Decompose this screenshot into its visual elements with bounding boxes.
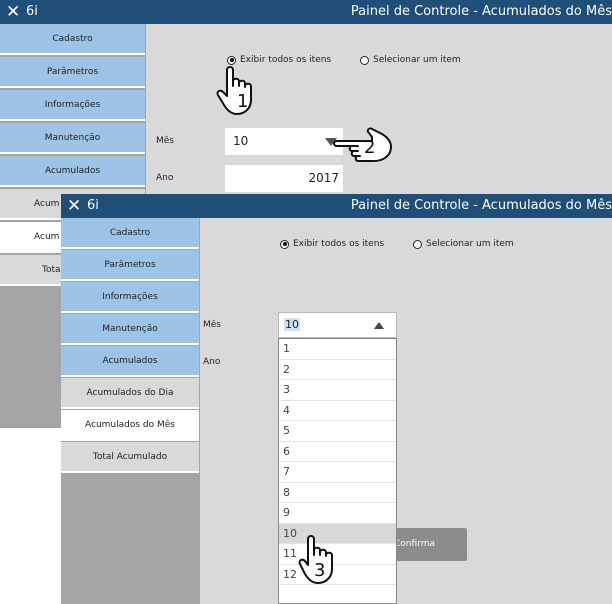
nav-acumulados-mes[interactable]: Acumulados do Mês xyxy=(61,410,199,441)
step-number: 2 xyxy=(364,137,376,158)
radio-selected-icon xyxy=(280,239,289,249)
month-value: 10 xyxy=(284,318,300,331)
nav-informacoes[interactable]: Informações xyxy=(61,282,199,313)
sidebar: Cadastro Parâmetros Informações Manutenç… xyxy=(61,218,200,604)
close-icon[interactable]: ✕ xyxy=(67,195,81,217)
month-select[interactable]: 10 xyxy=(225,128,343,155)
dropdown-option[interactable]: 8 xyxy=(279,483,396,503)
nav-label: Acum xyxy=(34,198,60,209)
month-label: Mês xyxy=(203,320,221,330)
radio-show-all[interactable]: Exibir todos os itens xyxy=(280,239,384,249)
close-icon[interactable]: ✕ xyxy=(6,1,20,23)
step-number: 3 xyxy=(314,560,326,581)
nav-parametros[interactable]: Parâmetros xyxy=(61,250,199,281)
nav-acumulados-dia[interactable]: Acumulados do Dia xyxy=(61,378,199,409)
year-label: Ano xyxy=(203,357,221,367)
radio-label: Selecionar um item xyxy=(373,55,461,65)
step-number: 1 xyxy=(237,91,249,112)
nav-informacoes[interactable]: Informações xyxy=(0,90,145,121)
nav-cadastro[interactable]: Cadastro xyxy=(0,24,145,55)
title-bar: ✕ 6i Painel de Controle - Acumulados do … xyxy=(0,0,612,24)
month-select[interactable]: 10 xyxy=(278,312,397,338)
radio-select-item[interactable]: Selecionar um item xyxy=(413,239,514,249)
nav-label: Acum xyxy=(34,231,60,242)
app-name: 6i xyxy=(87,198,99,213)
nav-acumulados[interactable]: Acumulados xyxy=(61,346,199,377)
chevron-up-icon xyxy=(374,322,384,329)
dropdown-option[interactable]: 2 xyxy=(279,360,396,380)
month-label: Mês xyxy=(156,136,174,146)
dropdown-option[interactable]: 3 xyxy=(279,380,396,401)
year-label: Ano xyxy=(156,173,174,183)
month-value: 10 xyxy=(233,134,249,148)
radio-label: Selecionar um item xyxy=(426,239,514,249)
year-value: 2017 xyxy=(308,171,339,185)
nav-label: Tota xyxy=(42,264,61,275)
dropdown-option[interactable]: 6 xyxy=(279,442,396,462)
content-area: Exibir todos os itens Selecionar um item… xyxy=(200,218,612,604)
dropdown-option[interactable]: 7 xyxy=(279,462,396,483)
dropdown-option[interactable]: 5 xyxy=(279,421,396,442)
app-name: 6i xyxy=(26,4,38,19)
dropdown-option[interactable]: 4 xyxy=(279,401,396,421)
confirm-label: Confirma xyxy=(394,539,435,549)
hand-pointer-icon: 2 xyxy=(332,125,394,169)
year-field[interactable]: 2017 xyxy=(225,165,343,192)
title-bar: ✕ 6i Painel de Controle - Acumulados do … xyxy=(61,194,612,218)
dropdown-option[interactable]: 9 xyxy=(279,503,396,524)
radio-unselected-icon xyxy=(360,55,369,65)
dropdown-option[interactable]: 1 xyxy=(279,339,396,360)
nav-manutencao[interactable]: Manutenção xyxy=(0,123,145,154)
window-title: Painel de Controle - Acumulados do Mês xyxy=(350,4,612,19)
radio-label: Exibir todos os itens xyxy=(293,239,385,249)
nav-acumulados[interactable]: Acumulados xyxy=(0,156,145,187)
radio-select-item[interactable]: Selecionar um item xyxy=(360,55,461,65)
hand-pointer-icon: 3 xyxy=(298,533,342,585)
nav-parametros[interactable]: Parâmetros xyxy=(0,57,145,88)
hand-pointer-icon: 1 xyxy=(215,64,269,116)
nav-manutencao[interactable]: Manutenção xyxy=(61,314,199,345)
nav-total-acumulado[interactable]: Total Acumulado xyxy=(61,442,199,473)
nav-cadastro[interactable]: Cadastro xyxy=(61,218,199,249)
radio-unselected-icon xyxy=(413,239,422,249)
window-title: Painel de Controle - Acumulados do Mês xyxy=(350,198,612,213)
